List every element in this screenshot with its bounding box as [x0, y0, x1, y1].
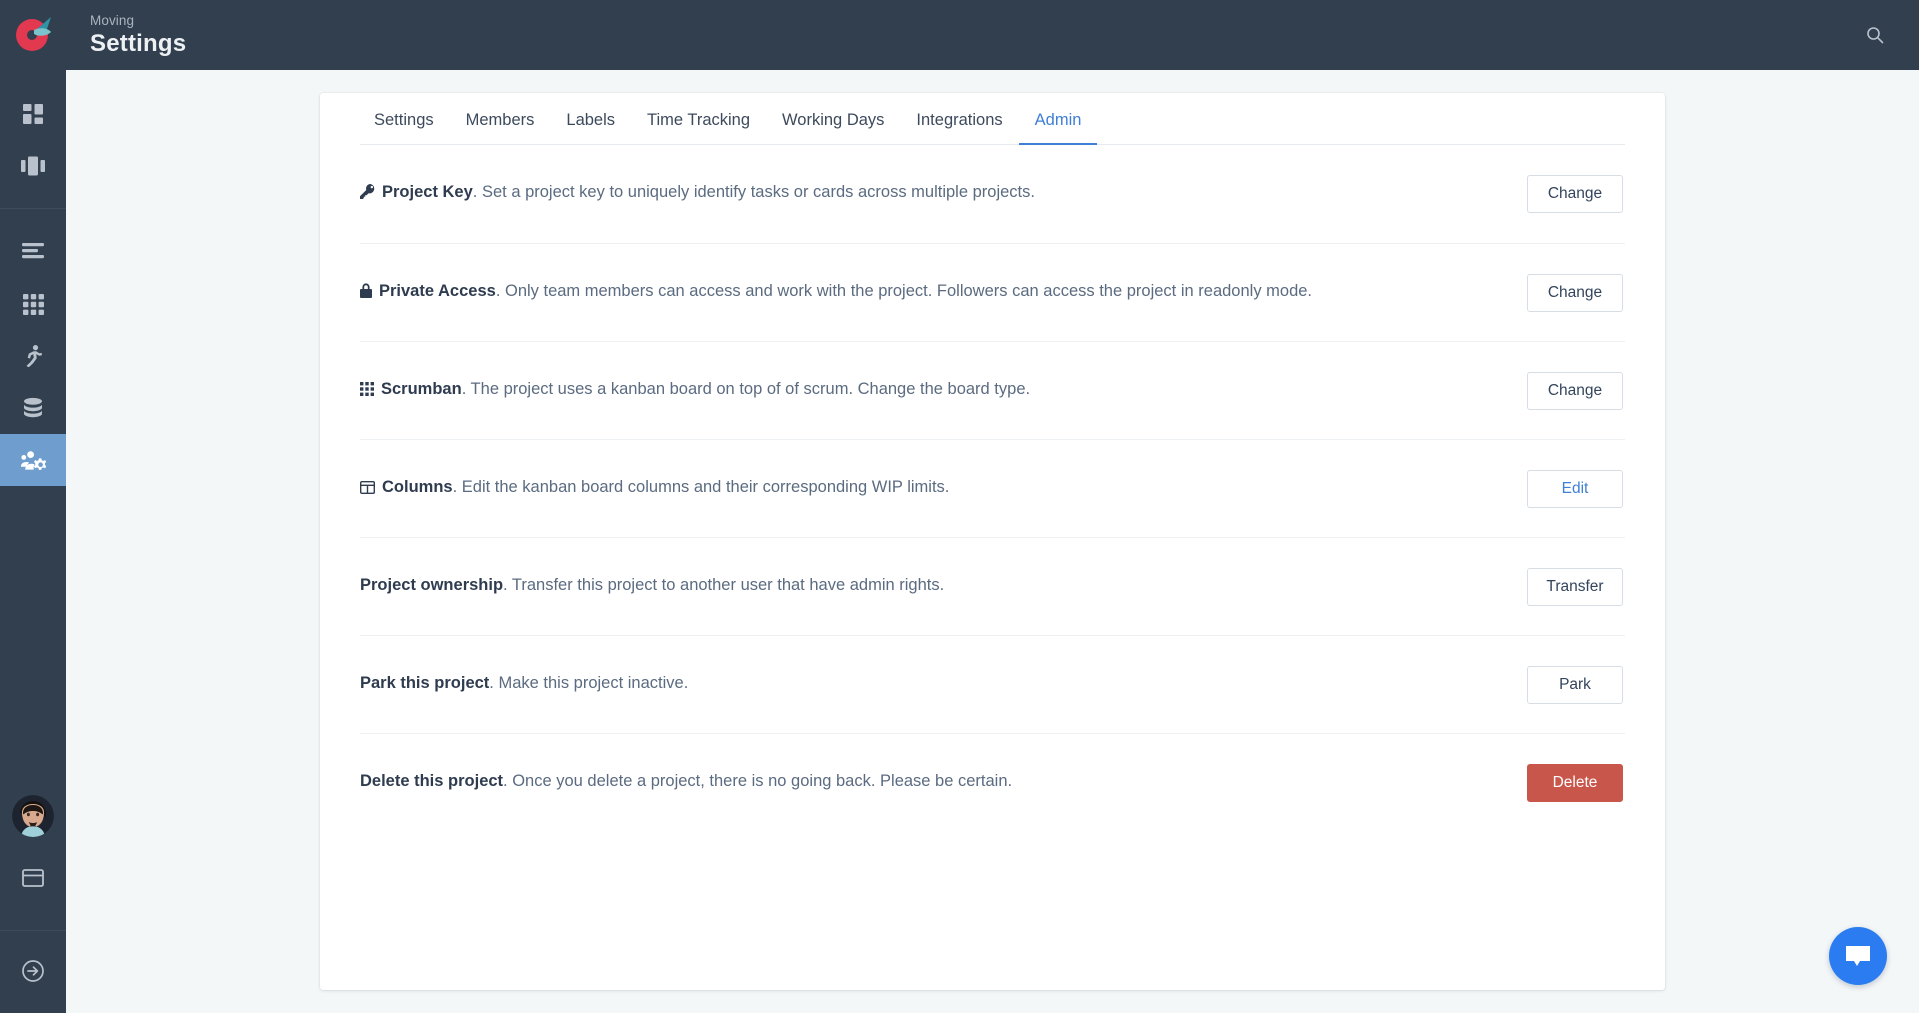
- settings-row-title: Private Access: [379, 282, 496, 300]
- settings-row-title: Delete this project: [360, 772, 504, 790]
- settings-row: Project Key. Set a project key to unique…: [360, 145, 1625, 243]
- search-icon[interactable]: [1855, 15, 1895, 55]
- settings-row-text: Project ownership. Transfer this project…: [360, 568, 1527, 597]
- key-icon: [360, 184, 375, 199]
- settings-row: Private Access. Only team members can ac…: [360, 243, 1625, 341]
- settings-card: Settings Members Labels Time Tracking Workin…: [320, 93, 1665, 990]
- database-icon: [24, 397, 42, 418]
- change-board-type-button[interactable]: Change: [1527, 372, 1623, 410]
- settings-row-text: Columns. Edit the kanban board columns a…: [360, 470, 1527, 499]
- logout-icon: [22, 960, 44, 982]
- sidebar-group-project: [0, 208, 66, 486]
- settings-row-title: Project Key: [382, 183, 473, 201]
- header-titles: Moving Settings: [90, 12, 186, 58]
- avatar[interactable]: [0, 780, 66, 852]
- tab-bar: Settings Members Labels Time Tracking Workin…: [360, 93, 1625, 145]
- tab-labels[interactable]: Labels: [550, 110, 631, 145]
- settings-row-copy: Park this project. Make this project ina…: [360, 671, 688, 695]
- team-settings-icon: [20, 450, 46, 470]
- settings-row-description: . Once you delete a project, there is no…: [503, 772, 1013, 790]
- settings-row-title: Project ownership: [360, 576, 504, 594]
- settings-row-text: Private Access. Only team members can ac…: [360, 274, 1527, 303]
- grid-icon: [22, 293, 44, 315]
- settings-row-title: Scrumban: [381, 380, 462, 398]
- settings-row-copy: Project Key. Set a project key to unique…: [382, 180, 1035, 204]
- admin-settings-list: Project Key. Set a project key to unique…: [320, 145, 1665, 831]
- breadcrumb: Moving: [90, 13, 135, 28]
- sidebar-item-dashboard[interactable]: [0, 88, 66, 140]
- settings-row-description: . Only team members can access and work …: [495, 282, 1313, 300]
- app-header: Moving Settings: [0, 0, 1919, 70]
- settings-row-text: Project Key. Set a project key to unique…: [360, 175, 1527, 204]
- settings-row: Columns. Edit the kanban board columns a…: [360, 439, 1625, 537]
- sidebar-group-session: [0, 930, 66, 997]
- delete-project-button[interactable]: Delete: [1527, 764, 1623, 802]
- sidebar-item-backlog[interactable]: [0, 226, 66, 278]
- tab-admin[interactable]: Admin: [1018, 110, 1098, 145]
- sidebar-item-sprints[interactable]: [0, 330, 66, 382]
- sidebar-item-settings[interactable]: [0, 434, 66, 486]
- sidebar-item-logout[interactable]: [0, 945, 66, 997]
- settings-row-copy: Columns. Edit the kanban board columns a…: [382, 475, 949, 499]
- settings-row-description: . Transfer this project to another user …: [503, 576, 945, 594]
- settings-row-text: Park this project. Make this project ina…: [360, 666, 1527, 695]
- settings-row-title: Columns: [382, 478, 453, 496]
- settings-row: Park this project. Make this project ina…: [360, 635, 1625, 733]
- columns-icon: [360, 481, 375, 494]
- settings-row-text: Delete this project. Once you delete a p…: [360, 764, 1527, 793]
- backlog-icon: [22, 243, 44, 259]
- settings-row-description: . Edit the kanban board columns and thei…: [452, 478, 950, 496]
- park-project-button[interactable]: Park: [1527, 666, 1623, 704]
- tab-members[interactable]: Members: [450, 110, 551, 145]
- app-logo[interactable]: [0, 0, 66, 70]
- sidebar: [0, 70, 66, 1013]
- grid-3x3-icon: [360, 382, 374, 396]
- settings-row: Scrumban. The project uses a kanban boar…: [360, 341, 1625, 439]
- change-private-access-button[interactable]: Change: [1527, 274, 1623, 312]
- sidebar-item-grid[interactable]: [0, 278, 66, 330]
- dashboard-icon: [23, 104, 43, 124]
- settings-row-copy: Delete this project. Once you delete a p…: [360, 769, 1012, 793]
- logo-icon: [16, 17, 51, 51]
- sidebar-group-primary: [0, 88, 66, 192]
- settings-row-text: Scrumban. The project uses a kanban boar…: [360, 372, 1527, 401]
- chat-support-button[interactable]: [1829, 927, 1887, 985]
- settings-row-copy: Scrumban. The project uses a kanban boar…: [381, 377, 1030, 401]
- settings-row-description: . The project uses a kanban board on top…: [461, 380, 1031, 398]
- transfer-ownership-button[interactable]: Transfer: [1527, 568, 1623, 606]
- sidebar-bottom-group: [0, 780, 66, 1013]
- lock-icon: [360, 283, 372, 298]
- tab-time-tracking[interactable]: Time Tracking: [631, 110, 766, 145]
- tab-integrations[interactable]: Integrations: [900, 110, 1018, 145]
- columns-icon: [360, 481, 375, 494]
- chat-bubble-icon: [1846, 946, 1870, 966]
- settings-row-title: Park this project: [360, 674, 490, 692]
- sidebar-item-board[interactable]: [0, 140, 66, 192]
- settings-row-description: . Set a project key to uniquely identify…: [472, 183, 1035, 201]
- settings-row: Project ownership. Transfer this project…: [360, 537, 1625, 635]
- tab-settings[interactable]: Settings: [358, 110, 450, 145]
- sprint-icon: [26, 345, 42, 367]
- grid-3x3-icon: [360, 382, 374, 396]
- settings-row: Delete this project. Once you delete a p…: [360, 733, 1625, 831]
- card-icon: [22, 869, 44, 887]
- key-icon: [360, 184, 375, 199]
- sidebar-item-archive[interactable]: [0, 382, 66, 434]
- page-title: Settings: [90, 30, 187, 57]
- tab-working-days[interactable]: Working Days: [766, 110, 900, 145]
- sidebar-item-billing[interactable]: [0, 852, 66, 904]
- settings-row-copy: Private Access. Only team members can ac…: [379, 279, 1312, 303]
- settings-row-description: . Make this project inactive.: [489, 674, 689, 692]
- lock-icon: [360, 283, 372, 298]
- kanban-icon: [21, 156, 45, 176]
- settings-row-copy: Project ownership. Transfer this project…: [360, 573, 944, 597]
- user-avatar: [12, 795, 54, 837]
- edit-columns-button[interactable]: Edit: [1527, 470, 1623, 508]
- change-project-key-button[interactable]: Change: [1527, 175, 1623, 213]
